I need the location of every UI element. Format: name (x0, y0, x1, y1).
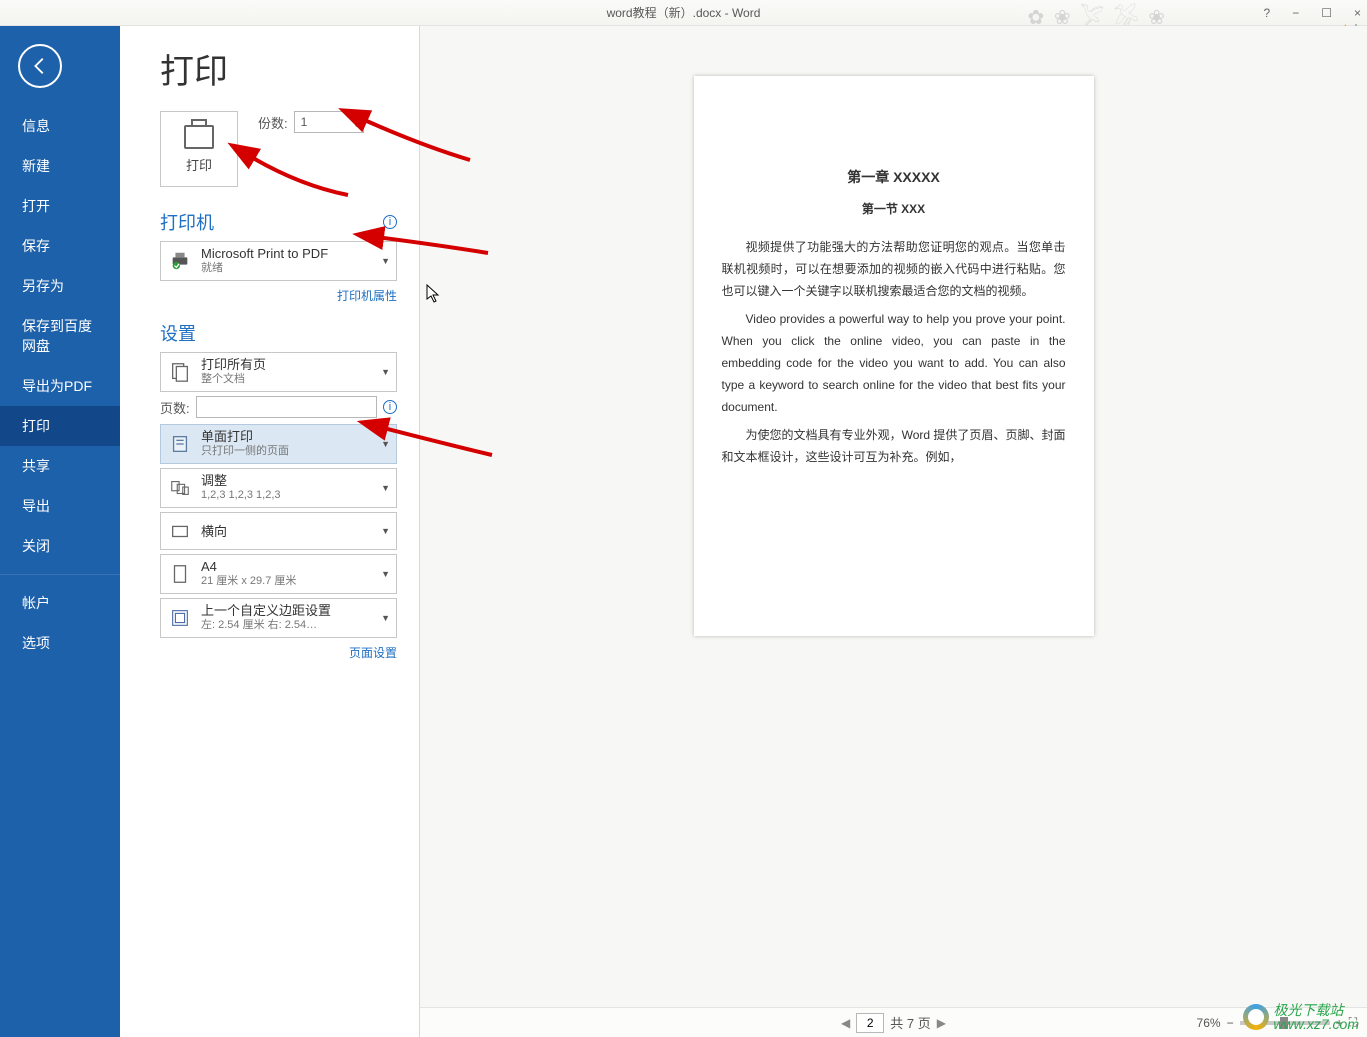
info-icon[interactable]: i (383, 215, 397, 229)
maximize-button[interactable]: ☐ (1321, 6, 1332, 20)
sidebar-item-saveas[interactable]: 另存为 (0, 266, 120, 306)
doc-chapter-title: 第一章 XXXXX (722, 166, 1066, 188)
pages-input[interactable] (196, 396, 377, 418)
zoom-out-button[interactable]: − (1227, 1016, 1234, 1030)
printer-name: Microsoft Print to PDF (201, 246, 328, 261)
doc-para-1: 视频提供了功能强大的方法帮助您证明您的观点。当您单击联机视频时，可以在想要添加的… (722, 236, 1066, 302)
preview-footer: ◀ 共 7 页 ▶ 76% − + ⛶ (420, 1007, 1367, 1037)
total-pages-label: 共 7 页 (890, 1013, 930, 1032)
sidebar-item-account[interactable]: 帐户 (0, 583, 120, 623)
sidebar-item-new[interactable]: 新建 (0, 146, 120, 186)
zoom-level: 76% (1197, 1016, 1221, 1030)
watermark: 极光下载站 www.xz7.com (1243, 1003, 1359, 1031)
sidebar-item-open[interactable]: 打开 (0, 186, 120, 226)
back-button[interactable] (18, 44, 62, 88)
help-icon[interactable]: ? (1264, 6, 1271, 20)
paper-icon (167, 561, 193, 587)
next-page-button[interactable]: ▶ (937, 1016, 946, 1030)
setting-margins[interactable]: 上一个自定义边距设置左: 2.54 厘米 右: 2.54… ▼ (160, 598, 397, 638)
setting-orientation[interactable]: 横向 ▼ (160, 512, 397, 550)
caret-down-icon: ▼ (381, 569, 390, 579)
document-title: word教程（新）.docx - Word (607, 4, 761, 21)
copies-label: 份数: (258, 113, 288, 132)
sidebar-item-print[interactable]: 打印 (0, 406, 120, 446)
title-bar: ✿ ❀ 𓅯 𓅮 ❀ word教程（新）.docx - Word ? − ☐ × … (0, 0, 1367, 26)
print-button-label: 打印 (186, 155, 212, 174)
doc-para-3: 为使您的文档具有专业外观，Word 提供了页眉、页脚、封面和文本框设计，这些设计… (722, 424, 1066, 468)
sidebar-item-save[interactable]: 保存 (0, 226, 120, 266)
margins-icon (167, 605, 193, 631)
watermark-logo-icon (1243, 1004, 1269, 1030)
preview-page: 第一章 XXXXX 第一节 XXX 视频提供了功能强大的方法帮助您证明您的观点。… (694, 76, 1094, 636)
printer-selector[interactable]: Microsoft Print to PDF 就绪 ▼ (160, 241, 397, 281)
printer-status: 就绪 (201, 261, 328, 276)
collate-icon (167, 475, 193, 501)
info-icon[interactable]: i (383, 400, 397, 414)
settings-section-title: 设置 (160, 320, 397, 346)
close-button[interactable]: × (1354, 6, 1361, 20)
printer-properties-link[interactable]: 打印机属性 (160, 287, 397, 304)
printer-icon (184, 125, 214, 149)
caret-down-icon: ▼ (381, 613, 390, 623)
setting-paper-size[interactable]: A421 厘米 x 29.7 厘米 ▼ (160, 554, 397, 594)
sidebar-item-close[interactable]: 关闭 (0, 526, 120, 566)
caret-down-icon: ▼ (381, 367, 390, 377)
sidebar-item-options[interactable]: 选项 (0, 623, 120, 663)
sidebar-item-baidu[interactable]: 保存到百度网盘 (0, 306, 120, 366)
pages-label: 页数: (160, 398, 190, 417)
spinner-arrows-icon[interactable]: ▲▼ (353, 114, 363, 130)
print-preview: 第一章 XXXXX 第一节 XXX 视频提供了功能强大的方法帮助您证明您的观点。… (420, 26, 1367, 1037)
sidebar-separator (0, 574, 120, 575)
doc-para-2: Video provides a powerful way to help yo… (722, 308, 1066, 418)
print-heading: 打印 (160, 44, 397, 93)
pages-icon (167, 359, 193, 385)
current-page-input[interactable] (856, 1013, 884, 1033)
minimize-button[interactable]: − (1292, 6, 1299, 20)
caret-down-icon: ▼ (381, 526, 390, 536)
sidebar-item-info[interactable]: 信息 (0, 106, 120, 146)
page-setup-link[interactable]: 页面设置 (160, 644, 397, 661)
printer-section-title: 打印机 i (160, 209, 397, 235)
copies-spinner[interactable]: 1 ▲▼ (294, 111, 364, 133)
backstage-sidebar: 信息 新建 打开 保存 另存为 保存到百度网盘 导出为PDF 打印 共享 导出 … (0, 26, 120, 1037)
printer-device-icon (167, 248, 193, 274)
setting-print-range[interactable]: 打印所有页整个文档 ▼ (160, 352, 397, 392)
caret-down-icon: ▼ (381, 483, 390, 493)
copies-value: 1 (295, 115, 353, 129)
setting-collate[interactable]: 调整1,2,3 1,2,3 1,2,3 ▼ (160, 468, 397, 508)
caret-down-icon: ▼ (381, 256, 390, 266)
print-button[interactable]: 打印 (160, 111, 238, 187)
doc-section-title: 第一节 XXX (722, 198, 1066, 220)
prev-page-button[interactable]: ◀ (841, 1016, 850, 1030)
sidebar-item-share[interactable]: 共享 (0, 446, 120, 486)
orientation-icon (167, 518, 193, 544)
caret-down-icon: ▼ (381, 439, 390, 449)
sidebar-item-exportpdf[interactable]: 导出为PDF (0, 366, 120, 406)
setting-duplex[interactable]: 单面打印只打印一侧的页面 ▼ (160, 424, 397, 464)
sidebar-item-export[interactable]: 导出 (0, 486, 120, 526)
single-side-icon (167, 431, 193, 457)
print-pane: 打印 打印 份数: 1 ▲▼ 打印机 i (120, 26, 420, 1037)
